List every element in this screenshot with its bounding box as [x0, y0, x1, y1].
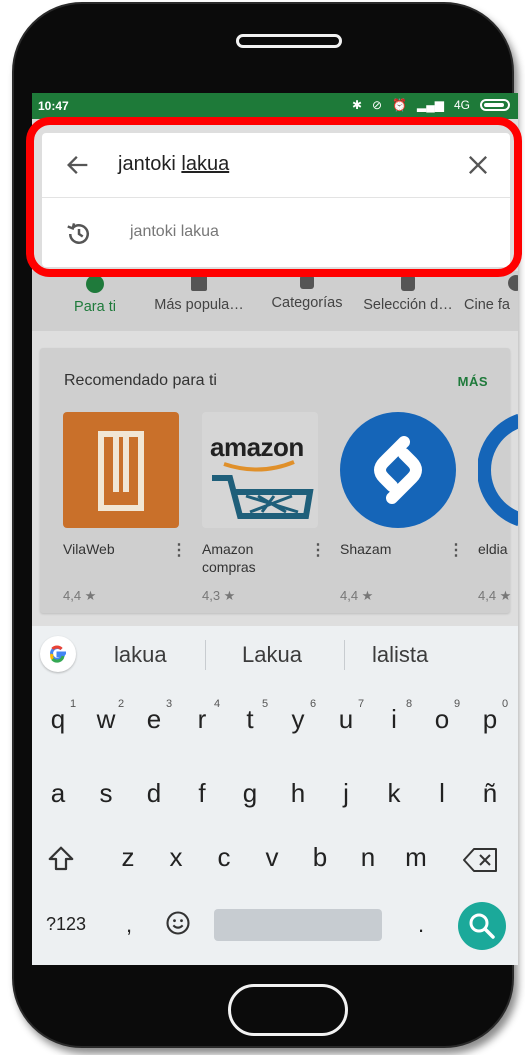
- app-amazon[interactable]: amazon Amazon compras ⋮ 4,3 ★: [202, 412, 326, 603]
- key-h[interactable]: h: [276, 778, 320, 809]
- category-tabs: Para ti Más popula… Categorías Selección…: [32, 271, 518, 331]
- key-m[interactable]: m: [394, 842, 438, 873]
- key-v[interactable]: v: [250, 842, 294, 873]
- keyboard: lakua Lakua lalista q w e r t y u i o p …: [32, 626, 518, 965]
- key-hint: 9: [454, 698, 461, 710]
- search-icon: [469, 913, 495, 939]
- more-link[interactable]: MÁS: [458, 374, 488, 389]
- comma-key[interactable]: ,: [126, 912, 132, 938]
- app-name: Amazon compras: [202, 541, 256, 575]
- google-icon[interactable]: [40, 636, 76, 672]
- status-bar: 10:47 ✱ ⊘ ⏰ ▂▄▆ 4G: [32, 93, 518, 119]
- keyboard-suggestion[interactable]: lakua: [114, 642, 167, 668]
- badge-icon: [401, 275, 415, 291]
- key-b[interactable]: b: [298, 842, 342, 873]
- key-hint: 1: [70, 698, 77, 710]
- app-shazam[interactable]: Shazam ⋮ 4,4 ★: [340, 412, 464, 603]
- app-rating: 4,4 ★: [63, 588, 97, 603]
- overflow-menu-icon[interactable]: ⋮: [310, 540, 326, 560]
- app-name: eldia: [478, 541, 508, 557]
- key-z[interactable]: z: [106, 842, 150, 873]
- space-bar[interactable]: [214, 909, 382, 941]
- vilaweb-logo: [63, 412, 179, 528]
- overflow-menu-icon[interactable]: ⋮: [171, 540, 187, 560]
- network-type: 4G: [453, 98, 470, 112]
- chart-icon: [191, 275, 207, 291]
- keyboard-suggestion-bar: lakua Lakua lalista: [32, 626, 518, 682]
- app-name: VilaWeb: [63, 541, 115, 557]
- app-rating: 4,4 ★: [340, 588, 374, 603]
- key-g[interactable]: g: [228, 778, 272, 809]
- key-hint: 3: [166, 698, 173, 710]
- amazon-logo: amazon: [202, 412, 318, 528]
- symbols-key[interactable]: ?123: [46, 914, 86, 935]
- app-eldia[interactable]: eldia 4,4 ★: [478, 412, 518, 603]
- speaker-grille: [236, 34, 342, 48]
- key-hint: 4: [214, 698, 221, 710]
- battery-icon: [480, 99, 510, 111]
- status-time: 10:47: [38, 99, 69, 113]
- key-d[interactable]: d: [132, 778, 176, 809]
- key-a[interactable]: a: [36, 778, 80, 809]
- tab-label: Cine fa: [464, 297, 510, 313]
- recommended-card: Recomendado para ti MÁS VilaWeb ⋮ 4,4 ★ …: [40, 348, 518, 613]
- keyboard-suggestion[interactable]: Lakua: [242, 642, 302, 668]
- period-key[interactable]: .: [418, 912, 424, 938]
- status-icons: ✱ ⊘ ⏰ ▂▄▆ 4G: [352, 98, 510, 112]
- signal-icon: ▂▄▆: [417, 98, 444, 112]
- key-hint: 5: [262, 698, 269, 710]
- film-icon: [508, 275, 518, 291]
- key-k[interactable]: k: [372, 778, 416, 809]
- key-j[interactable]: j: [324, 778, 368, 809]
- divider: [205, 640, 206, 670]
- search-key[interactable]: [458, 902, 506, 950]
- app-rating: 4,4 ★: [478, 588, 512, 603]
- shazam-logo: [340, 412, 456, 528]
- home-button[interactable]: [228, 984, 348, 1036]
- keyboard-suggestion[interactable]: lalista: [372, 642, 428, 668]
- bluetooth-icon: ✱: [351, 98, 362, 112]
- shift-icon[interactable]: [46, 844, 76, 874]
- tab-categorias[interactable]: Categorías: [262, 271, 352, 331]
- key-n-tilde[interactable]: ñ: [468, 778, 512, 809]
- key-hint: 0: [502, 698, 509, 710]
- tab-seleccion[interactable]: Selección d…: [358, 271, 458, 331]
- tab-label: Categorías: [271, 295, 343, 311]
- key-hint: 7: [358, 698, 365, 710]
- mute-icon: ⊘: [372, 98, 383, 112]
- tab-mas-populares[interactable]: Más popula…: [144, 271, 254, 331]
- key-x[interactable]: x: [154, 842, 198, 873]
- eldia-logo: [478, 412, 518, 528]
- key-n[interactable]: n: [346, 842, 390, 873]
- alarm-icon: ⏰: [392, 98, 408, 112]
- key-f[interactable]: f: [180, 778, 224, 809]
- divider: [344, 640, 345, 670]
- compass-icon: [86, 275, 104, 293]
- shapes-icon: [300, 275, 314, 289]
- key-l[interactable]: l: [420, 778, 464, 809]
- tab-label: Para ti: [74, 299, 116, 315]
- emoji-icon[interactable]: [164, 909, 192, 937]
- app-rating: 4,3 ★: [202, 588, 236, 603]
- key-s[interactable]: s: [84, 778, 128, 809]
- app-name: Shazam: [340, 541, 392, 557]
- key-c[interactable]: c: [202, 842, 246, 873]
- tab-label: Selección d…: [363, 297, 453, 313]
- app-vilaweb[interactable]: VilaWeb ⋮ 4,4 ★: [63, 412, 187, 603]
- tab-para-ti[interactable]: Para ti: [60, 271, 130, 331]
- highlight-box: [26, 117, 522, 277]
- key-hint: 2: [118, 698, 125, 710]
- backspace-icon[interactable]: [462, 846, 500, 874]
- key-hint: 8: [406, 698, 413, 710]
- tab-label: Más popula…: [154, 297, 244, 313]
- tab-cine[interactable]: Cine fa: [464, 271, 518, 331]
- key-hint: 6: [310, 698, 317, 710]
- overflow-menu-icon[interactable]: ⋮: [448, 540, 464, 560]
- section-title: Recomendado para ti: [64, 372, 217, 389]
